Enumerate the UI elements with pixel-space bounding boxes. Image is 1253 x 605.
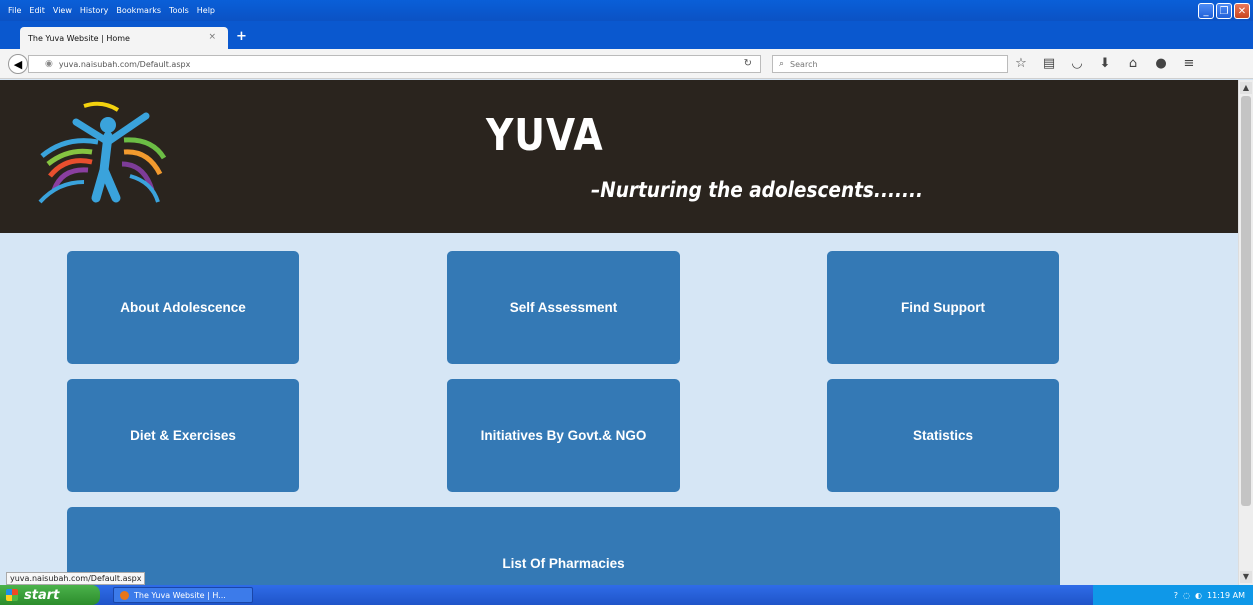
- tab-home[interactable]: The Yuva Website | Home ×: [20, 27, 228, 49]
- menu-help[interactable]: Help: [197, 6, 215, 15]
- taskbar-item-label: The Yuva Website | H...: [134, 590, 226, 600]
- tile-about-adolescence[interactable]: About Adolescence: [67, 251, 299, 364]
- windows-flag-icon: [6, 589, 18, 601]
- vertical-scrollbar[interactable]: ▲ ▼: [1238, 80, 1253, 585]
- home-icon[interactable]: ⌂: [1126, 56, 1140, 71]
- yuva-logo-icon: [38, 101, 167, 204]
- reload-icon[interactable]: ↻: [744, 58, 752, 69]
- site-tagline: –Nurturing the adolescents.......: [591, 178, 924, 202]
- scrollbar-thumb[interactable]: [1241, 96, 1251, 506]
- status-bar-url: yuva.naisubah.com/Default.aspx: [6, 572, 146, 585]
- tile-statistics[interactable]: Statistics: [827, 379, 1059, 492]
- system-tray: ? ◌ ◐ 11:19 AM: [1093, 585, 1253, 605]
- tile-initiatives[interactable]: Initiatives By Govt.& NGO: [447, 379, 680, 492]
- taskbar-firefox-item[interactable]: The Yuva Website | H...: [113, 587, 253, 603]
- menu-bookmarks[interactable]: Bookmarks: [116, 6, 161, 15]
- download-icon[interactable]: ⬇: [1098, 56, 1112, 71]
- firefox-icon: [120, 590, 129, 600]
- search-icon: ⌕: [779, 59, 785, 69]
- navigation-bar: ◀ ◉ yuva.naisubah.com/Default.aspx ↻ ⌕ ☆…: [0, 49, 1253, 79]
- url-text[interactable]: yuva.naisubah.com/Default.aspx: [59, 60, 190, 69]
- clock[interactable]: 11:19 AM: [1207, 591, 1245, 600]
- menu-view[interactable]: View: [53, 6, 72, 15]
- tab-close-icon[interactable]: ×: [208, 32, 216, 42]
- scroll-up-arrow-icon[interactable]: ▲: [1240, 82, 1252, 94]
- address-bar[interactable]: ◉ yuva.naisubah.com/Default.aspx ↻: [28, 55, 761, 73]
- window-controls: _ ❐ ✕: [1198, 3, 1250, 19]
- menu-edit[interactable]: Edit: [29, 6, 45, 15]
- tile-self-assessment[interactable]: Self Assessment: [447, 251, 680, 364]
- toolbar-icons: ☆ ▤ ◡ ⬇ ⌂ ● ≡: [1014, 56, 1196, 71]
- bookmark-star-icon[interactable]: ☆: [1014, 56, 1028, 71]
- pocket-icon[interactable]: ◡: [1070, 56, 1084, 71]
- tile-list-of-pharmacies[interactable]: List Of Pharmacies: [67, 507, 1060, 585]
- windows-taskbar: start The Yuva Website | H... ? ◌ ◐ 11:1…: [0, 585, 1253, 605]
- tile-find-support[interactable]: Find Support: [827, 251, 1059, 364]
- menu-history[interactable]: History: [80, 6, 108, 15]
- start-button[interactable]: start: [0, 585, 100, 605]
- site-title: YUVA: [486, 110, 604, 161]
- reading-list-icon[interactable]: ▤: [1042, 56, 1056, 71]
- minimize-button[interactable]: _: [1198, 3, 1214, 19]
- volume-icon[interactable]: ◐: [1195, 591, 1202, 600]
- chat-icon[interactable]: ●: [1154, 56, 1168, 71]
- menu-file[interactable]: File: [8, 6, 21, 15]
- search-box[interactable]: ⌕: [772, 55, 1008, 73]
- globe-icon: ◉: [45, 59, 53, 69]
- site-banner: YUVA –Nurturing the adolescents.......: [0, 80, 1238, 233]
- new-tab-button[interactable]: +: [236, 29, 247, 44]
- maximize-button[interactable]: ❐: [1216, 3, 1232, 19]
- scroll-down-arrow-icon[interactable]: ▼: [1240, 571, 1252, 583]
- tab-title: The Yuva Website | Home: [28, 33, 130, 43]
- menu-bar: File Edit View History Bookmarks Tools H…: [0, 0, 1253, 21]
- page-content: YUVA –Nurturing the adolescents....... A…: [0, 80, 1238, 585]
- tile-diet-exercises[interactable]: Diet & Exercises: [67, 379, 299, 492]
- search-input[interactable]: [788, 58, 993, 70]
- menu-tools[interactable]: Tools: [169, 6, 189, 15]
- network-icon[interactable]: ◌: [1183, 591, 1190, 600]
- tab-strip: The Yuva Website | Home × +: [0, 21, 1253, 49]
- back-arrow-icon[interactable]: ◀: [8, 54, 28, 74]
- close-window-button[interactable]: ✕: [1234, 3, 1250, 19]
- start-label: start: [24, 587, 60, 603]
- hamburger-menu-icon[interactable]: ≡: [1182, 56, 1196, 71]
- help-icon[interactable]: ?: [1174, 591, 1178, 600]
